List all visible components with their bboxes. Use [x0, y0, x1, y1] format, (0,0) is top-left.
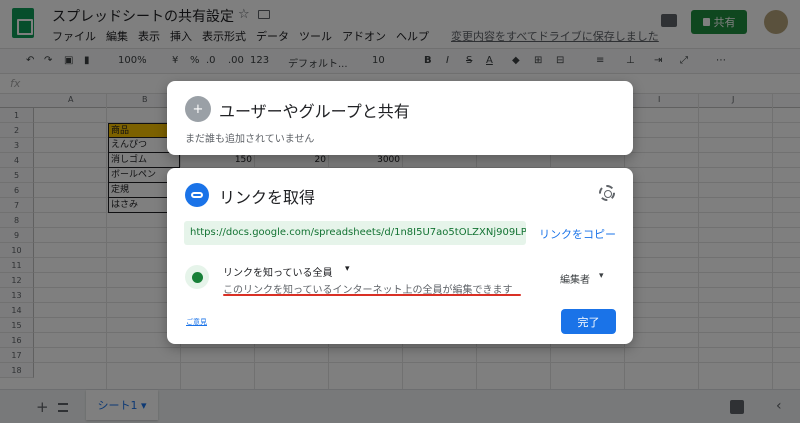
chevron-down-icon[interactable]: ▾ [599, 271, 604, 281]
chevron-down-icon[interactable]: ▾ [345, 264, 350, 274]
share-people-panel[interactable]: + ユーザーやグループと共有 まだ誰も追加されていません [167, 81, 633, 155]
globe-icon [185, 265, 209, 289]
share-url-field[interactable]: https://docs.google.com/spreadsheets/d/1… [184, 221, 526, 245]
link-glyph-icon [191, 192, 203, 198]
role-dropdown[interactable]: 編集者 [560, 271, 590, 286]
feedback-link[interactable]: ご意見 [186, 317, 207, 327]
link-access-dropdown[interactable]: リンクを知っている全員 [223, 264, 333, 279]
share-panel-subtitle: まだ誰も追加されていません [185, 134, 315, 145]
red-underline-annotation [223, 294, 521, 296]
link-icon [185, 183, 209, 207]
done-button[interactable]: 完了 [561, 309, 616, 334]
gear-icon[interactable] [599, 185, 615, 201]
get-link-title: リンクを取得 [219, 188, 316, 207]
copy-link-button[interactable]: リンクをコピー [539, 226, 616, 242]
get-link-panel: リンクを取得 https://docs.google.com/spreadshe… [167, 168, 633, 344]
globe-dot-icon [191, 271, 203, 283]
add-person-icon: + [185, 96, 211, 122]
share-panel-title: ユーザーやグループと共有 [219, 102, 410, 121]
